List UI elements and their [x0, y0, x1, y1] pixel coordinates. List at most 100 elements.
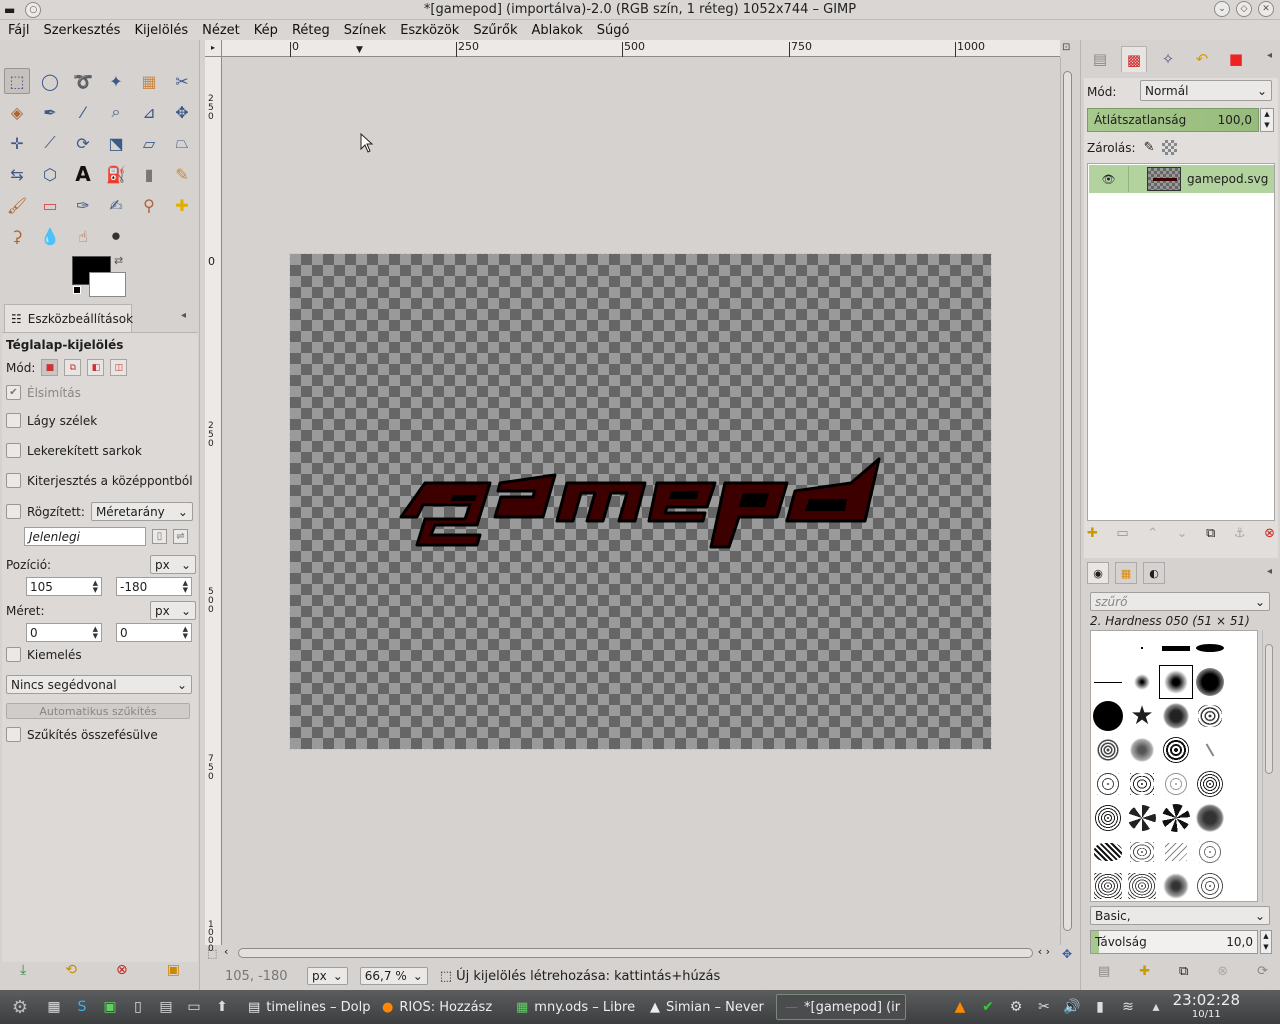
- brush-item[interactable]: [1227, 665, 1257, 699]
- unit-combo[interactable]: px ⌄: [307, 967, 348, 985]
- task-firefox[interactable]: ● RIOS: Hozzász: [374, 994, 504, 1020]
- brush-item[interactable]: [1193, 665, 1227, 699]
- lock-pixels-icon[interactable]: ✎: [1144, 140, 1155, 155]
- brush-item[interactable]: [1193, 835, 1227, 869]
- brush-item[interactable]: [1193, 631, 1227, 665]
- task-dolphin[interactable]: ▤ timelines – Dolp: [240, 994, 370, 1020]
- cage-tool-icon[interactable]: ⬡: [37, 161, 63, 187]
- antialias-checkbox[interactable]: ✔: [6, 385, 21, 400]
- perspective-clone-tool-icon[interactable]: ⚳: [4, 223, 30, 249]
- task-gimp[interactable]: — *[gamepod] (ir: [776, 994, 906, 1020]
- brush-item[interactable]: [1091, 869, 1125, 901]
- menu-tools[interactable]: Eszközök: [400, 23, 459, 38]
- save-preset-icon[interactable]: ⤓: [20, 962, 26, 978]
- reset-icon[interactable]: ⊗: [116, 962, 128, 978]
- brush-item[interactable]: [1159, 665, 1193, 699]
- brush-item[interactable]: [1193, 699, 1227, 733]
- brush-item[interactable]: [1227, 631, 1257, 665]
- refresh-brushes-icon[interactable]: ⟳: [1257, 964, 1268, 979]
- tab-undo-history[interactable]: ↶: [1189, 46, 1215, 72]
- brush-item[interactable]: [1091, 699, 1125, 733]
- panel-menu-icon[interactable]: ◂: [1267, 566, 1272, 577]
- restore-preset-icon[interactable]: ⟲: [65, 962, 77, 978]
- new-layer-icon[interactable]: ✚: [1087, 526, 1098, 541]
- tab-paths[interactable]: ✧: [1155, 46, 1181, 72]
- menu-view[interactable]: Nézet: [202, 23, 240, 38]
- brush-item[interactable]: [1159, 631, 1193, 665]
- brush-item[interactable]: [1125, 733, 1159, 767]
- menu-filters[interactable]: Szűrők: [473, 23, 517, 38]
- ruler-corner[interactable]: ▸: [205, 40, 222, 57]
- position-unit-combo[interactable]: px ⌄: [150, 555, 196, 574]
- edit-brush-icon[interactable]: ▤: [1098, 964, 1110, 979]
- maximize-button[interactable]: ◇: [1236, 1, 1252, 17]
- menu-edit[interactable]: Szerkesztés: [43, 23, 120, 38]
- brush-filter-combo[interactable]: szűrő ⌄: [1090, 592, 1270, 611]
- close-button[interactable]: ✕: [1258, 1, 1274, 17]
- clone-tool-icon[interactable]: ⚲: [136, 192, 162, 218]
- brush-item[interactable]: [1159, 835, 1193, 869]
- fuzzy-select-tool-icon[interactable]: ✦: [103, 68, 129, 94]
- brush-item[interactable]: [1125, 801, 1159, 835]
- panel-menu-icon[interactable]: ◂: [181, 310, 186, 321]
- tray-expand-icon[interactable]: ▴: [1142, 999, 1170, 1015]
- zoom-tool-icon[interactable]: ⌕: [103, 99, 129, 125]
- minimize-button[interactable]: ⌄: [1214, 1, 1230, 17]
- navigate-icon[interactable]: ✥: [1062, 947, 1072, 961]
- auto-shrink-button[interactable]: Automatikus szűkítés: [6, 703, 190, 719]
- eraser-tool-icon[interactable]: ▭: [37, 192, 63, 218]
- horizontal-scrollbar[interactable]: ‹ ‹ ›: [222, 945, 1060, 961]
- visibility-eye-icon[interactable]: 👁: [1089, 166, 1129, 192]
- mode-add-button[interactable]: ⧉: [64, 359, 82, 376]
- measure-tool-icon[interactable]: ⊿: [136, 99, 162, 125]
- paintbrush-tool-icon[interactable]: 🖌: [4, 192, 30, 218]
- lower-layer-icon[interactable]: ⌄: [1177, 526, 1188, 541]
- brush-item[interactable]: ★: [1125, 699, 1159, 733]
- brush-item[interactable]: [1227, 733, 1257, 767]
- brush-item[interactable]: [1159, 767, 1193, 801]
- zoom-fit-icon[interactable]: ⊡: [1062, 42, 1070, 53]
- select-by-color-tool-icon[interactable]: ▦: [136, 68, 162, 94]
- document-icon[interactable]: ▯: [124, 999, 152, 1015]
- tab-gradients[interactable]: ◐: [1143, 562, 1165, 584]
- new-layer-group-icon[interactable]: ▭: [1116, 526, 1128, 541]
- tools-icon[interactable]: ✂: [1030, 999, 1058, 1015]
- scissors-tool-icon[interactable]: ✂: [169, 68, 195, 94]
- zoom-combo[interactable]: 66,7 % ⌄: [359, 967, 428, 985]
- brush-item[interactable]: [1125, 631, 1159, 665]
- shrink-merged-checkbox[interactable]: [6, 727, 21, 742]
- brush-item[interactable]: [1125, 869, 1159, 901]
- fixed-toggle-icon[interactable]: ⇌: [173, 529, 188, 544]
- mode-replace-button[interactable]: ■: [41, 359, 59, 376]
- terminal-icon[interactable]: ▭: [180, 999, 208, 1015]
- ink-tool-icon[interactable]: ✍: [103, 192, 129, 218]
- spacing-slider[interactable]: Távolság 10,0: [1090, 930, 1258, 954]
- mode-subtract-button[interactable]: ◧: [87, 359, 105, 376]
- app-launcher-icon[interactable]: ⚙: [0, 997, 40, 1018]
- brush-item[interactable]: [1227, 801, 1257, 835]
- horizontal-scroll-thumb[interactable]: [238, 948, 1033, 958]
- battery-icon[interactable]: ▮: [1086, 999, 1114, 1015]
- tab-channels[interactable]: ▤: [1087, 46, 1113, 72]
- rounded-corners-checkbox[interactable]: [6, 443, 21, 458]
- spreadsheet-icon[interactable]: ▤: [152, 999, 180, 1015]
- brush-item[interactable]: [1159, 801, 1193, 835]
- flip-tool-icon[interactable]: ⇆: [4, 161, 30, 187]
- smudge-tool-icon[interactable]: ☝: [70, 223, 96, 249]
- airbrush-tool-icon[interactable]: ✑: [70, 192, 96, 218]
- tab-layers[interactable]: ▩: [1121, 46, 1147, 72]
- swap-colors-icon[interactable]: ⇄: [114, 254, 123, 267]
- brush-item[interactable]: [1227, 835, 1257, 869]
- brush-item[interactable]: [1193, 801, 1227, 835]
- tab-tool-options[interactable]: ☷ Eszközbeállítások: [4, 304, 133, 332]
- dodge-burn-tool-icon[interactable]: ⚫: [103, 223, 129, 249]
- brush-item[interactable]: [1227, 767, 1257, 801]
- brush-item[interactable]: [1159, 699, 1193, 733]
- volume-icon[interactable]: 🔊: [1058, 999, 1086, 1015]
- panel-menu-icon[interactable]: ◂: [1267, 50, 1272, 61]
- menu-image[interactable]: Kép: [254, 23, 278, 38]
- opacity-slider[interactable]: Átlátszatlanság 100,0: [1087, 108, 1259, 132]
- clock[interactable]: 23:02:28 10/11: [1173, 991, 1240, 1020]
- horizontal-ruler[interactable]: 0 250 500 750 1000 ▼: [222, 40, 1060, 57]
- size-height-field[interactable]: 0 ▲ ▼: [116, 623, 192, 642]
